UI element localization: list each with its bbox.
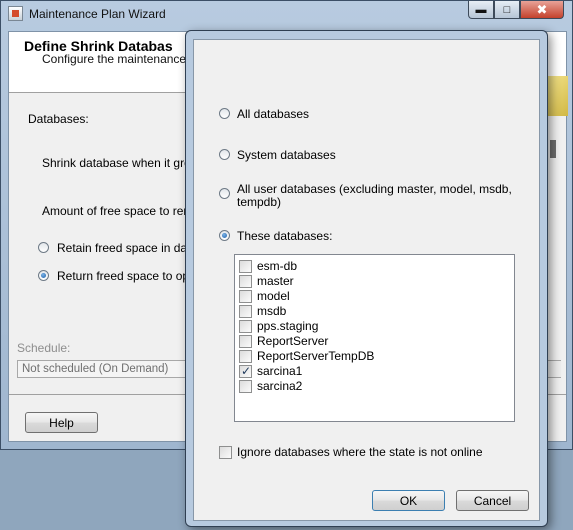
database-name: sarcina1 <box>257 364 303 378</box>
minimize-icon: ▬ <box>475 3 487 16</box>
system-databases-radio[interactable] <box>219 149 230 160</box>
database-list-item[interactable]: ✓ model <box>239 289 499 304</box>
database-checkbox[interactable]: ✓ <box>239 260 252 273</box>
database-checkbox[interactable]: ✓ <box>239 275 252 288</box>
database-name: pps.staging <box>257 319 319 333</box>
maximize-button[interactable]: □ <box>494 1 520 19</box>
ignore-offline-label: Ignore databases where the state is not … <box>237 445 483 459</box>
databases-label: Databases: <box>28 112 89 126</box>
database-name: model <box>257 289 290 303</box>
database-list-item[interactable]: ✓ ReportServer <box>239 334 499 349</box>
schedule-label: Schedule: <box>17 341 71 355</box>
database-list-item[interactable]: ✓ esm-db <box>239 259 499 274</box>
database-list-item[interactable]: ✓ pps.staging <box>239 319 499 334</box>
app-icon <box>8 6 23 21</box>
title-bar[interactable]: Maintenance Plan Wizard ▬ □ ✖ <box>1 1 572 27</box>
ok-button[interactable]: OK <box>372 490 445 511</box>
close-button[interactable]: ✖ <box>520 1 564 19</box>
minimize-button[interactable]: ▬ <box>468 1 494 19</box>
all-databases-label: All databases <box>237 107 310 121</box>
database-name: ReportServer <box>257 334 329 348</box>
page-subtitle: Configure the maintenance tas <box>42 52 206 66</box>
all-user-databases-label: All user databases (excluding master, mo… <box>237 182 512 196</box>
database-checkbox[interactable]: ✓ <box>239 380 252 393</box>
database-name: ReportServerTempDB <box>257 349 375 363</box>
caption-buttons: ▬ □ ✖ <box>468 1 564 19</box>
database-name: esm-db <box>257 259 298 273</box>
database-checkbox[interactable]: ✓ <box>239 305 252 318</box>
select-databases-dialog: All databases System databases All user … <box>185 30 548 527</box>
database-checkbox[interactable]: ✓ <box>239 350 252 363</box>
close-icon: ✖ <box>536 1 548 17</box>
database-checklist[interactable]: ✓ esm-db ✓ master ✓ model ✓ msdb ✓ pps.staging ✓ Re… <box>234 254 515 422</box>
database-list-item[interactable]: ✓ msdb <box>239 304 499 319</box>
schedule-field[interactable]: Not scheduled (On Demand) <box>17 360 197 378</box>
maximize-icon: □ <box>503 3 511 16</box>
scroll-marker <box>550 140 556 158</box>
database-checkbox[interactable]: ✓ <box>239 290 252 303</box>
database-list-item[interactable]: ✓ ReportServerTempDB <box>239 349 499 364</box>
database-list-item[interactable]: ✓ sarcina2 <box>239 379 499 394</box>
these-databases-label: These databases: <box>237 229 333 243</box>
all-user-databases-label-cont: tempdb) <box>237 195 282 209</box>
return-space-radio[interactable] <box>38 270 49 281</box>
free-space-label: Amount of free space to remai <box>42 204 203 218</box>
help-button[interactable]: Help <box>25 412 98 433</box>
cancel-button[interactable]: Cancel <box>456 490 529 511</box>
system-databases-label: System databases <box>237 148 336 162</box>
all-user-databases-radio[interactable] <box>219 188 230 199</box>
retain-space-radio[interactable] <box>38 242 49 253</box>
database-list-item[interactable]: ✓ sarcina1 <box>239 364 499 379</box>
schedule-change-button[interactable] <box>547 360 561 378</box>
database-checkbox[interactable]: ✓ <box>239 320 252 333</box>
database-name: msdb <box>257 304 287 318</box>
database-name: master <box>257 274 294 288</box>
database-name: sarcina2 <box>257 379 303 393</box>
window-title: Maintenance Plan Wizard <box>29 7 166 21</box>
these-databases-radio[interactable] <box>219 230 230 241</box>
database-checkbox[interactable]: ✓ <box>239 364 252 378</box>
ignore-offline-checkbox[interactable]: ✓ <box>219 446 232 459</box>
all-databases-radio[interactable] <box>219 108 230 119</box>
database-list-item[interactable]: ✓ master <box>239 274 499 289</box>
retain-space-label: Retain freed space in datab <box>57 241 204 255</box>
checkmark-icon: ✓ <box>241 364 252 378</box>
wizard-banner-icon <box>548 76 568 116</box>
dialog-client-area: All databases System databases All user … <box>193 39 540 521</box>
database-checkbox[interactable]: ✓ <box>239 335 252 348</box>
shrink-threshold-label: Shrink database when it grows <box>42 156 206 170</box>
